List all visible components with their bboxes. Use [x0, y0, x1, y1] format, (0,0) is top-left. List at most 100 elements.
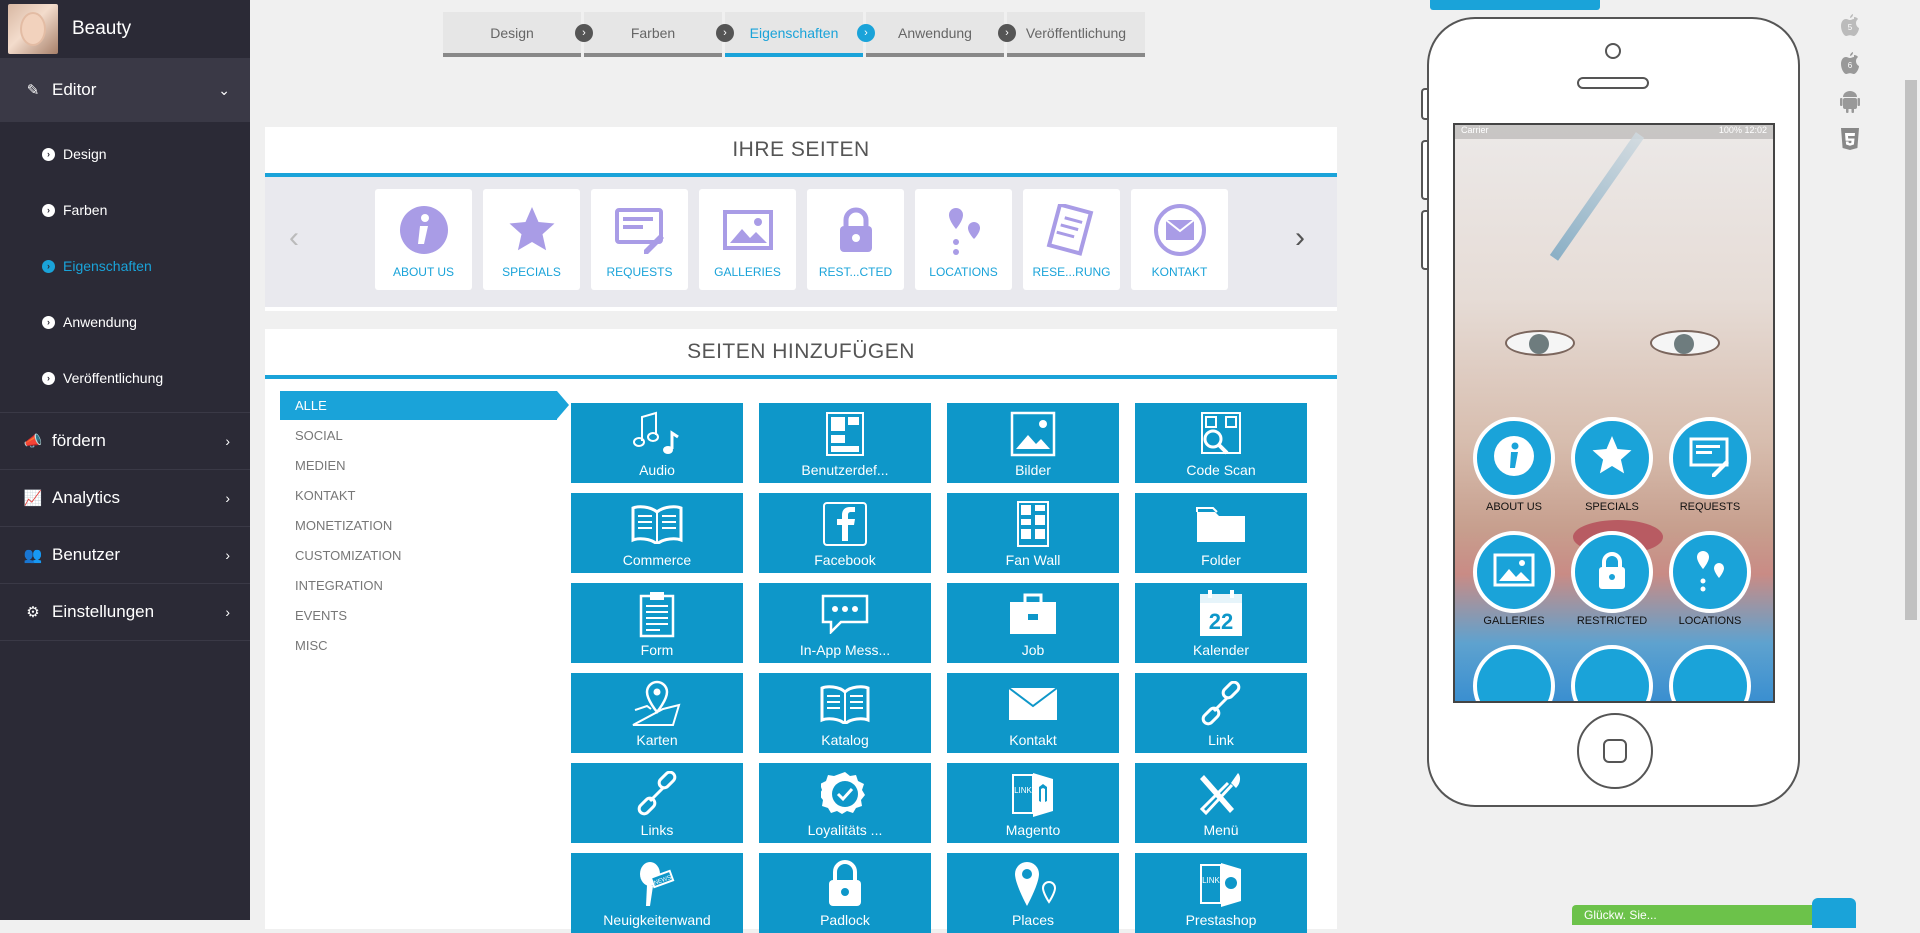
- phone-app-galleries: [1473, 531, 1555, 613]
- phone-app-label: GALLERIES: [1483, 615, 1545, 627]
- page-card[interactable]: GALLERIES: [699, 189, 796, 290]
- tile-in-app-mess[interactable]: In-App Mess...: [759, 583, 931, 663]
- tile-links[interactable]: Links: [571, 763, 743, 843]
- tile-kalender[interactable]: 22 Kalender: [1135, 583, 1307, 663]
- fan-wall-icon: [1006, 499, 1060, 549]
- menu-analytics[interactable]: 📈 Analytics ›: [0, 469, 250, 526]
- menu-einstellungen[interactable]: ⚙ Einstellungen ›: [0, 583, 250, 641]
- tile-places[interactable]: Places: [947, 853, 1119, 933]
- chat-button[interactable]: [1812, 898, 1856, 928]
- category-monetization[interactable]: MONETIZATION: [280, 510, 580, 540]
- tile-folder[interactable]: Folder: [1135, 493, 1307, 573]
- scrollbar-thumb[interactable]: [1905, 80, 1917, 620]
- phone-screen: Carrier 100% 12:02 ABOUT US SPECIALS REQUE…: [1453, 123, 1775, 703]
- page-card[interactable]: LOCATIONS: [915, 189, 1012, 290]
- menu-foerdern[interactable]: 📣 fördern ›: [0, 412, 250, 469]
- tile-karten[interactable]: Karten: [571, 673, 743, 753]
- tile-loyalitäts[interactable]: Loyalitäts ...: [759, 763, 931, 843]
- form-icon: [630, 589, 684, 639]
- chevron-left-icon[interactable]: ‹: [289, 221, 299, 255]
- step-farben[interactable]: Farben ›: [584, 12, 734, 57]
- category-misc[interactable]: MISC: [280, 630, 580, 660]
- step-veroeffentlichung[interactable]: Veröffentlichung: [1007, 12, 1145, 57]
- tile-audio[interactable]: Audio: [571, 403, 743, 483]
- tile-label: Menü: [1203, 822, 1239, 838]
- category-events[interactable]: EVENTS: [280, 600, 580, 630]
- tile-prestashop[interactable]: LINK Prestashop: [1135, 853, 1307, 933]
- tile-bilder[interactable]: Bilder: [947, 403, 1119, 483]
- tile-kontakt[interactable]: Kontakt: [947, 673, 1119, 753]
- bilder-icon: [1006, 409, 1060, 459]
- page-card[interactable]: RESE...RUNG: [1023, 189, 1120, 290]
- syringe-image: [1549, 132, 1645, 261]
- step-label: Farben: [630, 24, 676, 41]
- sidebar-item-design[interactable]: › Design: [0, 126, 250, 182]
- tile-facebook[interactable]: Facebook: [759, 493, 931, 573]
- phone-app-label: ABOUT US: [1485, 501, 1543, 513]
- tile-label: Links: [640, 822, 674, 838]
- page-card[interactable]: SPECIALS: [483, 189, 580, 290]
- step-label: Eigenschaften: [749, 24, 839, 41]
- html5-icon[interactable]: [1838, 126, 1862, 154]
- brand[interactable]: Beauty: [0, 0, 250, 58]
- sidebar-item-farben[interactable]: › Farben: [0, 182, 250, 238]
- brand-name: Beauty: [72, 18, 132, 39]
- step-eigenschaften[interactable]: Eigenschaften ›: [725, 12, 875, 57]
- code-scan-icon: [1194, 409, 1248, 459]
- page-card[interactable]: KONTAKT: [1131, 189, 1228, 290]
- category-kontakt[interactable]: KONTAKT: [280, 480, 580, 510]
- your-pages-panel: IHRE SEITEN ‹ ABOUT US SPECIALS REQUESTS GA…: [265, 127, 1337, 311]
- sidebar-item-label: Design: [63, 146, 107, 162]
- tile-label: Neuigkeitenwand: [603, 912, 711, 928]
- category-alle[interactable]: ALLE: [280, 391, 569, 420]
- tile-magento[interactable]: LINK Magento: [947, 763, 1119, 843]
- category-integration[interactable]: INTEGRATION: [280, 570, 580, 600]
- phone-app-partial: [1473, 645, 1555, 701]
- galleries-icon: [719, 201, 777, 259]
- neuigkeitenwand-icon: NEWS: [630, 859, 684, 909]
- step-anwendung[interactable]: Anwendung ›: [866, 12, 1016, 57]
- android-icon[interactable]: [1838, 88, 1862, 116]
- menu-editor[interactable]: ✎ Editor ⌄: [0, 58, 250, 122]
- tile-fan-wall[interactable]: Fan Wall: [947, 493, 1119, 573]
- chevron-right-icon[interactable]: ›: [1295, 221, 1305, 255]
- tile-code-scan[interactable]: Code Scan: [1135, 403, 1307, 483]
- preview-top-button[interactable]: [1430, 0, 1600, 10]
- category-medien[interactable]: MEDIEN: [280, 450, 580, 480]
- sidebar-item-anwendung[interactable]: › Anwendung: [0, 294, 250, 350]
- tile-link[interactable]: Link: [1135, 673, 1307, 753]
- chevron-down-icon: ⌄: [218, 81, 230, 98]
- sidebar-item-eigenschaften[interactable]: › Eigenschaften: [0, 238, 250, 294]
- tile-neuigkeitenwand[interactable]: NEWS Neuigkeitenwand: [571, 853, 743, 933]
- apple-ios5-icon[interactable]: 5: [1838, 12, 1862, 40]
- category-social[interactable]: SOCIAL: [280, 420, 580, 450]
- chevron-right-icon: ›: [225, 490, 230, 506]
- step-design[interactable]: Design ›: [443, 12, 593, 57]
- sidebar-item-label: Veröffentlichung: [63, 370, 164, 386]
- tile-katalog[interactable]: Katalog: [759, 673, 931, 753]
- tile-job[interactable]: Job: [947, 583, 1119, 663]
- rese-rung-icon: [1043, 201, 1101, 259]
- tile-commerce[interactable]: Commerce: [571, 493, 743, 573]
- benutzerdef-icon: [818, 409, 872, 459]
- apple-ios6-icon[interactable]: 6: [1838, 50, 1862, 78]
- pencil-icon: ✎: [26, 82, 40, 99]
- eye-right: [1650, 330, 1720, 356]
- category-customization[interactable]: CUSTOMIZATION: [280, 540, 580, 570]
- tile-label: Form: [640, 642, 674, 658]
- page-card[interactable]: REST...CTED: [807, 189, 904, 290]
- tile-benutzerdef[interactable]: Benutzerdef...: [759, 403, 931, 483]
- menu-benutzer[interactable]: 👥 Benutzer ›: [0, 526, 250, 583]
- kontakt-icon: [1006, 679, 1060, 729]
- tile-form[interactable]: Form: [571, 583, 743, 663]
- sidebar-item-veroeffentlichung[interactable]: › Veröffentlichung: [0, 350, 250, 406]
- requests-icon: [1688, 434, 1732, 483]
- tile-padlock[interactable]: Padlock: [759, 853, 931, 933]
- tile-menü[interactable]: Menü: [1135, 763, 1307, 843]
- page-card[interactable]: REQUESTS: [591, 189, 688, 290]
- phone-home-button[interactable]: [1577, 713, 1653, 789]
- page-card[interactable]: ABOUT US: [375, 189, 472, 290]
- facebook-icon: [818, 499, 872, 549]
- notification-toast[interactable]: Glückw. Sie...: [1572, 905, 1852, 925]
- tile-label: Fan Wall: [1005, 552, 1061, 568]
